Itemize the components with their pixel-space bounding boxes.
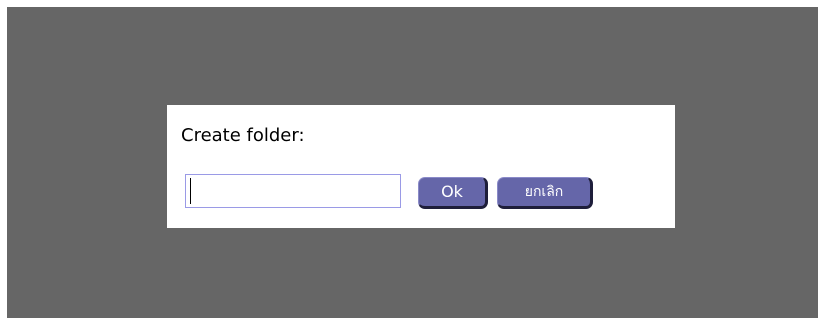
folder-name-input[interactable] bbox=[185, 174, 401, 208]
cancel-button[interactable]: ยกเลิก bbox=[497, 177, 593, 209]
create-folder-dialog: Create folder: Ok ยกเลิก bbox=[167, 105, 675, 228]
ok-button[interactable]: Ok bbox=[418, 177, 488, 209]
text-caret bbox=[190, 178, 191, 204]
dialog-title: Create folder: bbox=[181, 125, 305, 146]
modal-overlay: Create folder: Ok ยกเลิก bbox=[7, 7, 818, 318]
